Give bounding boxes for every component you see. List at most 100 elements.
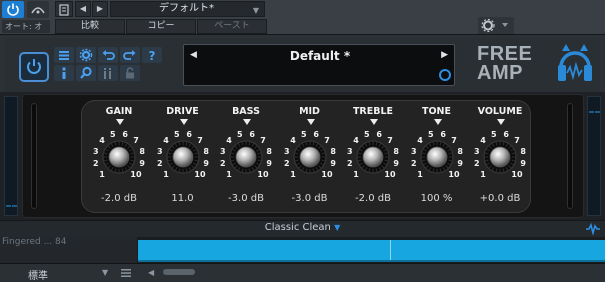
audio-clip[interactable]	[138, 240, 605, 262]
plugin-header: ? ◀ ▶ Default * FREE AMP	[5, 38, 600, 92]
knob-scale-number: 9	[139, 159, 145, 168]
knob-scale-number: 4	[417, 136, 423, 145]
help-button[interactable]: ?	[142, 47, 162, 63]
paste-button[interactable]: ペースト	[197, 19, 267, 34]
knob-dial[interactable]: 12 345 678 9 10	[470, 125, 530, 189]
knob-mid: MID 1 2 3 4 5 6 7 8 9 10 -3.0 dB	[277, 104, 343, 214]
knob-value[interactable]: +0.0 dB	[467, 193, 533, 204]
horizontal-scrollbar[interactable]	[163, 269, 195, 275]
knob-value[interactable]: -3.0 dB	[213, 193, 279, 204]
knob-cap	[426, 146, 447, 168]
amp-mode-label: Classic Clean	[264, 222, 331, 233]
knob-scale-number: 6	[122, 130, 128, 139]
app-window: オート: オフ ◀ ▶ デフォルト* ▼ 比較 コピー ペースト	[0, 0, 605, 282]
knob-scale-number: 5	[301, 130, 307, 139]
chevron-down-icon[interactable]: ▼	[102, 268, 108, 277]
knob-cap	[108, 146, 130, 168]
knob-bass: BASS 1 2 3 4 5 6 7 8 9 10 -3.0 dB	[213, 104, 279, 214]
redo-icon	[123, 50, 136, 60]
view-mode-label[interactable]: 標準	[28, 267, 48, 282]
knob-scale-number: 3	[474, 147, 480, 156]
redo-button[interactable]	[120, 47, 140, 63]
settings-gear-button[interactable]	[76, 47, 96, 63]
plugin-power-button[interactable]	[19, 52, 49, 82]
knob-scale-number: 10	[448, 170, 460, 179]
preset-file-button[interactable]	[55, 1, 73, 17]
search-icon	[80, 66, 92, 79]
knob-value[interactable]: 100 %	[404, 193, 470, 204]
output-meter	[587, 96, 601, 216]
lock-button[interactable]	[120, 65, 140, 81]
output-meter-peak	[589, 111, 594, 113]
knob-value[interactable]: -2.0 dB	[340, 193, 406, 204]
host-preset-name: デフォルト*	[159, 3, 214, 14]
host-preset-field[interactable]: デフォルト* ▼	[110, 1, 265, 17]
knob-scale-number: 1	[353, 170, 359, 179]
knob-scale-number: 5	[110, 130, 116, 139]
automation-button[interactable]	[27, 1, 49, 18]
knob-dial[interactable]: 12 345 678 9 10	[407, 125, 467, 189]
plugin-footer: Classic Clean ▼	[0, 220, 605, 237]
knob-scale-number: 9	[330, 159, 336, 168]
knob-scale-number: 7	[451, 136, 457, 145]
knob-scale-number: 8	[393, 147, 399, 156]
knob-drive: DRIVE 1 2 3 4 5 6 7 8 9 10 11.0	[150, 104, 216, 214]
knob-scale-number: 9	[266, 159, 272, 168]
knob-scale-number: 6	[249, 130, 255, 139]
settings-button[interactable]	[478, 17, 514, 34]
next-preset-button[interactable]: ▶	[92, 1, 108, 17]
copy-button[interactable]: コピー	[126, 19, 196, 34]
undo-icon	[102, 50, 115, 60]
knob-scale-number: 4	[99, 136, 105, 145]
knob-scale-number: 2	[93, 159, 99, 168]
scroll-left-icon[interactable]: ◀	[148, 268, 154, 277]
arrow-right-icon: ▶	[96, 4, 104, 13]
knob-scale-number: 7	[324, 136, 330, 145]
knob-scale-number: 8	[520, 147, 526, 156]
knob-gain: GAIN 1 2 3 4 5 6 7 8 9 10 -2.0 dB	[86, 104, 152, 214]
lock-icon	[126, 67, 134, 79]
waveform-icon[interactable]	[585, 223, 601, 235]
automation-icon	[31, 7, 45, 14]
knob-dial[interactable]: 12 345 678 9 10	[343, 125, 403, 189]
knob-label: TREBLE	[352, 106, 394, 117]
knob-value[interactable]: 11.0	[150, 193, 216, 204]
knob-scale-number: 6	[440, 130, 446, 139]
list-icon[interactable]	[120, 268, 132, 278]
bypass-info-button[interactable]	[98, 65, 118, 81]
knob-scale-number: 5	[428, 130, 434, 139]
amp-mode-selector[interactable]: Classic Clean ▼	[0, 222, 605, 233]
knob-dial[interactable]: 12 345 678 9 10	[89, 125, 149, 189]
info-button[interactable]	[54, 65, 74, 81]
chevron-down-icon: ▼	[334, 223, 341, 232]
track-name-label[interactable]: Fingered ... 84	[0, 237, 137, 263]
compare-button[interactable]: 比較	[55, 19, 125, 34]
knob-cap	[235, 146, 257, 168]
search-button[interactable]	[76, 65, 96, 81]
clip-bottom-edge	[138, 260, 605, 262]
knob-value[interactable]: -3.0 dB	[277, 193, 343, 204]
knob-scale-number: 8	[330, 147, 336, 156]
previous-preset-button[interactable]: ◀	[75, 1, 91, 17]
knob-label: TONE	[422, 106, 451, 117]
automation-status: オート: オフ	[2, 20, 50, 44]
plugin-bypass-button[interactable]	[2, 1, 24, 18]
knob-cap	[299, 146, 320, 168]
menu-button[interactable]	[54, 47, 74, 63]
knob-label: BASS	[232, 106, 260, 117]
knob-scale-number: 8	[266, 147, 272, 156]
knob-scale-number: 8	[139, 147, 145, 156]
knob-dial[interactable]: 12 345 678 9 10	[280, 125, 340, 189]
preset-display[interactable]: ◀ ▶ Default *	[183, 44, 455, 86]
knob-scale-number: 4	[163, 136, 169, 145]
undo-button[interactable]	[98, 47, 118, 63]
knob-scale-number: 10	[194, 170, 206, 179]
input-meter-level	[6, 205, 11, 207]
knob-dial[interactable]: 12 345 678 9 10	[216, 125, 276, 189]
preset-options-icon[interactable]	[439, 69, 451, 81]
knob-value[interactable]: -2.0 dB	[86, 193, 152, 204]
svg-text:?: ?	[149, 49, 156, 62]
knob-scale-number: 1	[163, 170, 169, 179]
knob-dial[interactable]: 12 345 678 9 10	[153, 125, 213, 189]
chevron-down-icon: ▼	[252, 6, 259, 15]
